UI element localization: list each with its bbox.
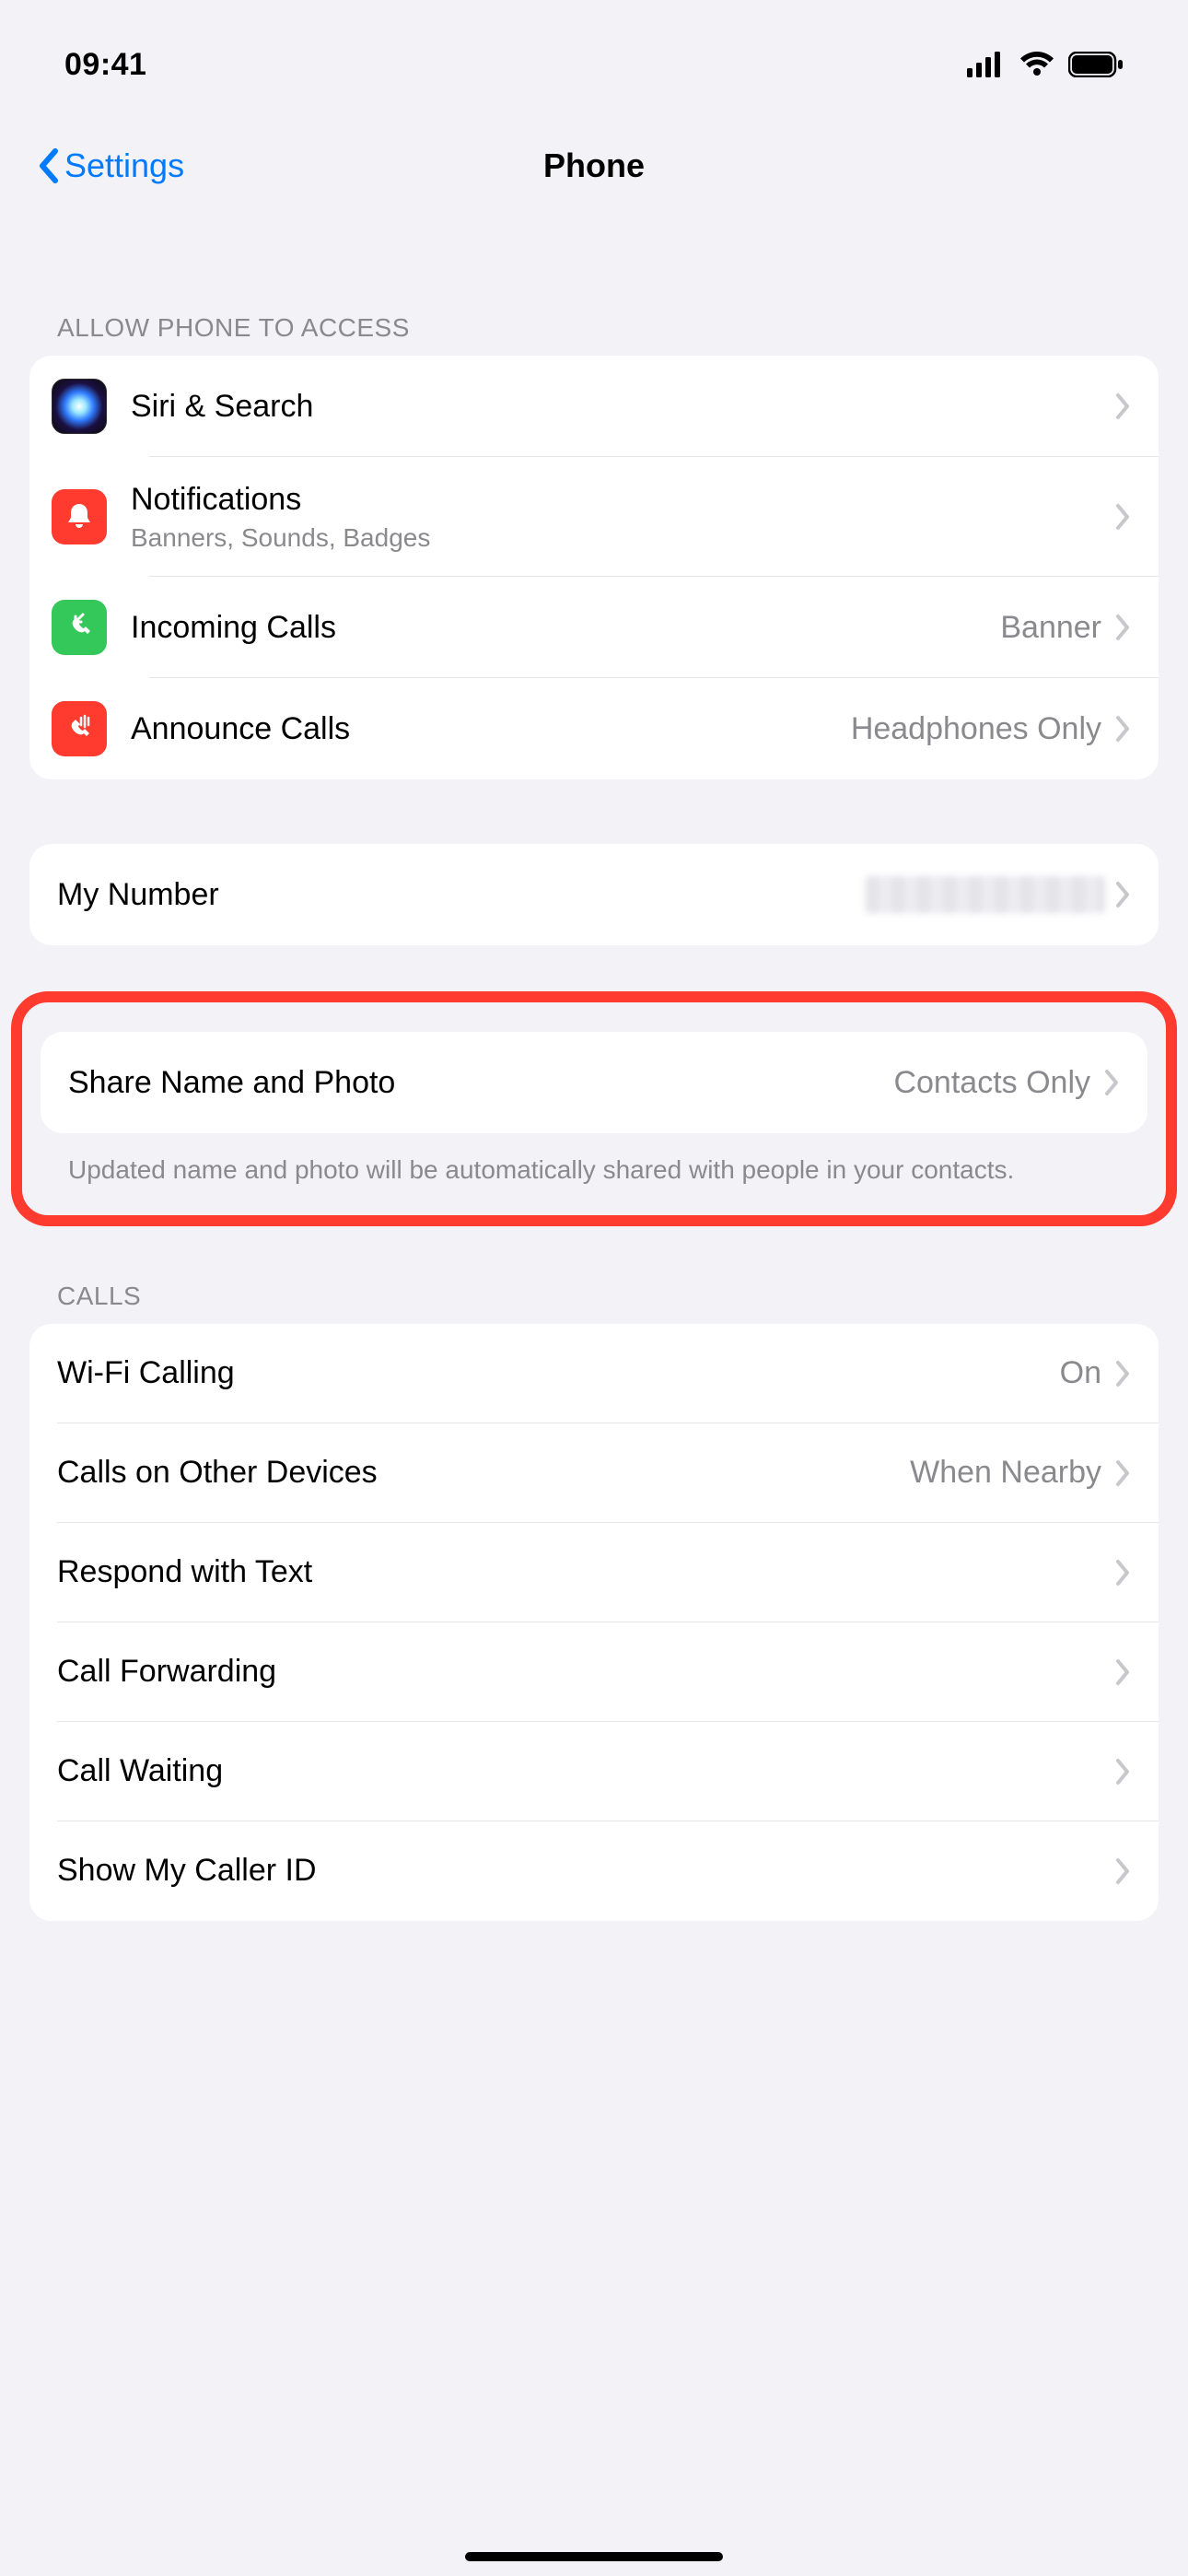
chevron-right-icon <box>1114 1459 1131 1487</box>
row-value: When Nearby <box>910 1455 1101 1491</box>
row-calls-other-devices[interactable]: Calls on Other Devices When Nearby <box>29 1423 1159 1523</box>
row-my-number[interactable]: My Number <box>29 844 1159 945</box>
chevron-right-icon <box>1114 503 1131 531</box>
chevron-right-icon <box>1114 1758 1131 1786</box>
row-title: Incoming Calls <box>131 610 1000 646</box>
row-call-waiting[interactable]: Call Waiting <box>29 1722 1159 1821</box>
row-title: Notifications <box>131 482 1114 518</box>
row-title: Call Forwarding <box>57 1654 1114 1690</box>
row-notifications[interactable]: Notifications Banners, Sounds, Badges <box>29 457 1159 577</box>
chevron-right-icon <box>1114 881 1131 908</box>
chevron-right-icon <box>1114 1559 1131 1587</box>
chevron-right-icon <box>1114 614 1131 641</box>
cellular-icon <box>967 52 1006 77</box>
mynumber-card: My Number <box>29 844 1159 945</box>
row-respond-with-text[interactable]: Respond with Text <box>29 1523 1159 1622</box>
section-header-access: Allow Phone to Access <box>29 313 1159 356</box>
highlight-share-name-photo: Share Name and Photo Contacts Only Updat… <box>11 991 1177 1226</box>
row-value: On <box>1060 1355 1101 1391</box>
row-title: Call Waiting <box>57 1753 1114 1789</box>
status-time: 09:41 <box>64 47 146 83</box>
chevron-left-icon <box>37 147 59 184</box>
chevron-right-icon <box>1114 715 1131 743</box>
row-title: Siri & Search <box>131 389 1114 425</box>
row-incoming-calls[interactable]: Incoming Calls Banner <box>29 577 1159 678</box>
wifi-icon <box>1019 52 1055 77</box>
chevron-right-icon <box>1114 1658 1131 1686</box>
row-show-my-caller-id[interactable]: Show My Caller ID <box>29 1821 1159 1921</box>
row-subtitle: Banners, Sounds, Badges <box>131 523 1114 553</box>
back-button[interactable]: Settings <box>37 146 184 185</box>
battery-icon <box>1068 52 1124 77</box>
status-bar: 09:41 <box>0 0 1188 111</box>
row-title: Respond with Text <box>57 1554 1114 1590</box>
row-share-name-photo[interactable]: Share Name and Photo Contacts Only <box>41 1032 1147 1133</box>
siri-icon <box>52 379 107 434</box>
row-title: Wi-Fi Calling <box>57 1355 1060 1391</box>
row-call-forwarding[interactable]: Call Forwarding <box>29 1622 1159 1722</box>
row-siri-search[interactable]: Siri & Search <box>29 356 1159 457</box>
row-value: Banner <box>1000 610 1101 646</box>
row-title: Show My Caller ID <box>57 1853 1114 1889</box>
back-label: Settings <box>64 146 184 185</box>
access-card: Siri & Search Notifications Banners, Sou… <box>29 356 1159 779</box>
section-header-calls: Calls <box>29 1282 1159 1324</box>
chevron-right-icon <box>1114 392 1131 420</box>
calls-card: Wi-Fi Calling On Calls on Other Devices … <box>29 1324 1159 1921</box>
share-footer-note: Updated name and photo will be automatic… <box>41 1133 1147 1189</box>
row-title: Calls on Other Devices <box>57 1455 910 1491</box>
row-title: Announce Calls <box>131 711 851 747</box>
share-card: Share Name and Photo Contacts Only <box>41 1032 1147 1133</box>
page-title: Phone <box>543 146 645 185</box>
row-value: Contacts Only <box>893 1065 1090 1101</box>
row-title: Share Name and Photo <box>68 1065 893 1101</box>
row-announce-calls[interactable]: Announce Calls Headphones Only <box>29 678 1159 779</box>
nav-bar: Settings Phone <box>0 111 1188 221</box>
my-number-value-redacted <box>866 876 1105 913</box>
phone-announce-icon <box>52 701 107 756</box>
chevron-right-icon <box>1114 1857 1131 1885</box>
home-indicator <box>465 2552 723 2561</box>
phone-incoming-icon <box>52 600 107 655</box>
row-title: My Number <box>57 877 866 913</box>
chevron-right-icon <box>1103 1069 1120 1096</box>
row-value: Headphones Only <box>851 711 1101 747</box>
row-wifi-calling[interactable]: Wi-Fi Calling On <box>29 1324 1159 1423</box>
status-indicators <box>967 52 1124 77</box>
chevron-right-icon <box>1114 1360 1131 1388</box>
bell-icon <box>52 489 107 544</box>
